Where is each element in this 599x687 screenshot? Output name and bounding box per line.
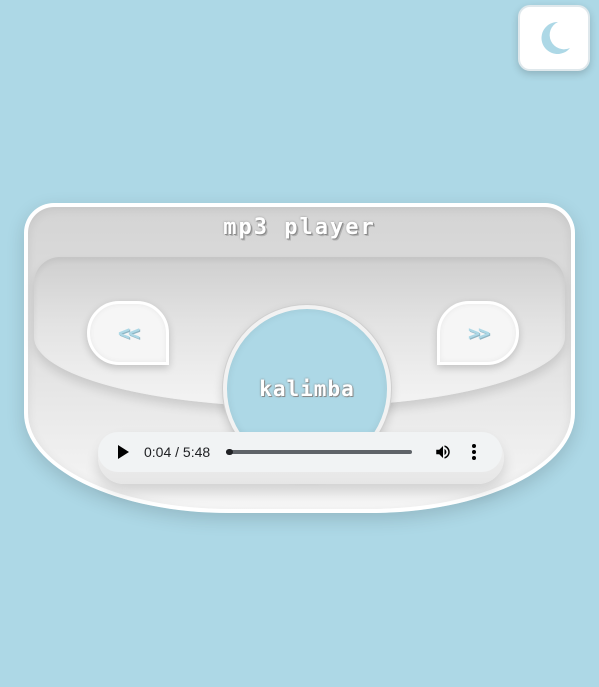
next-label: >> <box>467 321 490 345</box>
audio-player: 0:04 / 5:48 <box>98 432 502 472</box>
audio-tray: 0:04 / 5:48 <box>98 432 504 484</box>
previous-track-button[interactable]: << <box>87 301 169 365</box>
mp3-player: mp3 player << Kalimba >> 0:04 / 5:48 <box>24 203 575 513</box>
volume-icon[interactable] <box>434 443 452 461</box>
track-name: Kalimba <box>259 377 355 401</box>
controls-panel: << Kalimba >> <box>34 257 565 473</box>
more-options-icon[interactable] <box>471 443 477 461</box>
time-display: 0:04 / 5:48 <box>144 444 211 460</box>
play-icon[interactable] <box>116 445 130 459</box>
previous-label: << <box>117 321 140 345</box>
theme-toggle-button[interactable] <box>518 5 590 71</box>
moon-icon <box>541 21 570 54</box>
next-track-button[interactable]: >> <box>437 301 519 365</box>
progress-bar[interactable] <box>226 449 412 455</box>
player-title: mp3 player <box>223 215 376 240</box>
progress-fill <box>226 449 234 455</box>
